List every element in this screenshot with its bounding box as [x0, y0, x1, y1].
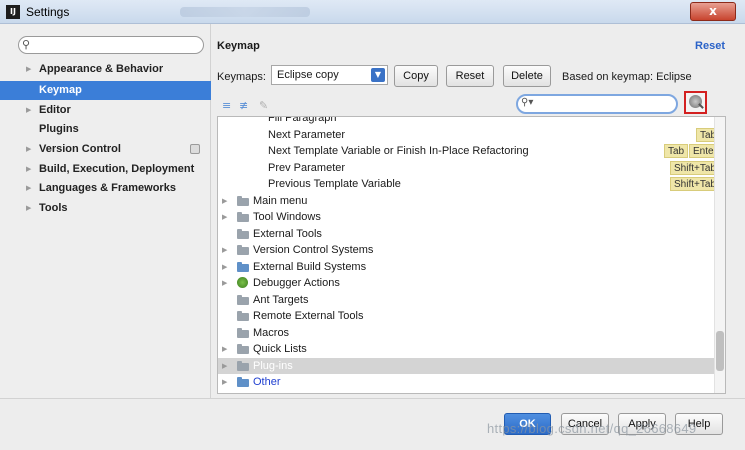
- reset-link[interactable]: Reset: [695, 40, 725, 52]
- tree-action-row[interactable]: Fill Paragraph: [218, 117, 725, 127]
- tree-group-row[interactable]: ▶ Quick Lists: [218, 341, 725, 358]
- tree-group-row[interactable]: Ant Targets: [218, 292, 725, 309]
- expand-arrow-icon: ▶: [222, 213, 228, 221]
- chevron-down-icon: ▼: [371, 68, 385, 82]
- tree-action-row[interactable]: Next Template Variable or Finish In-Plac…: [218, 143, 725, 160]
- shortcut-badge: Tab: [664, 144, 689, 158]
- page-title: Keymap: [217, 40, 260, 52]
- project-level-icon: [190, 144, 200, 154]
- tree-group-row[interactable]: External Tools: [218, 226, 725, 243]
- tree-group-row[interactable]: ▶ External Build Systems: [218, 259, 725, 276]
- keymap-search-input[interactable]: ⚲▾: [516, 94, 678, 114]
- title-bar: IJ Settings x: [0, 0, 745, 24]
- bug-icon: [237, 277, 248, 288]
- keymap-action-tree[interactable]: Fill Paragraph Next Parameter Tab Next T…: [217, 116, 726, 394]
- build-systems-icon: [237, 261, 249, 272]
- folder-icon: [237, 311, 249, 321]
- tree-group-row[interactable]: ▶ Other: [218, 374, 725, 391]
- scrollbar-thumb[interactable]: [716, 331, 724, 371]
- expand-arrow-icon: ▶: [222, 246, 228, 254]
- collapse-all-icon[interactable]: ≢: [239, 99, 248, 112]
- reset-button[interactable]: Reset: [446, 65, 494, 87]
- folder-icon: [237, 327, 249, 338]
- tree-group-row[interactable]: ▶ Plug-ins: [218, 357, 725, 374]
- folder-icon: [237, 212, 249, 222]
- expand-arrow-icon: ▶: [222, 378, 228, 386]
- intellij-app-icon: IJ: [6, 5, 20, 19]
- expand-arrow-icon: ▶: [222, 361, 228, 370]
- folder-icon: [237, 360, 249, 371]
- blurred-project-path: [180, 7, 310, 17]
- tree-group-row[interactable]: ▶ Tool Windows: [218, 209, 725, 226]
- expand-arrow-icon: ▶: [26, 106, 32, 114]
- sidebar-item-tools[interactable]: ▶ Tools: [0, 199, 211, 218]
- sidebar-item-keymap[interactable]: Keymap: [0, 81, 211, 100]
- keymap-panel: Keymap Reset Keymaps: Eclipse copy ▼ Cop…: [211, 24, 745, 398]
- close-button[interactable]: x: [690, 2, 736, 21]
- find-by-shortcut-button[interactable]: [684, 91, 707, 114]
- tree-action-row[interactable]: Previous Template Variable Shift+Tab: [218, 176, 725, 193]
- folder-icon: [237, 228, 249, 239]
- tree-action-row[interactable]: Prev Parameter Shift+Tab: [218, 160, 725, 177]
- expand-arrow-icon: ▶: [222, 345, 228, 353]
- shortcut-badge: Shift+Tab: [670, 177, 720, 191]
- shortcut-badge: Shift+Tab: [670, 160, 720, 175]
- sidebar-item-appearance[interactable]: ▶ Appearance & Behavior: [0, 60, 211, 79]
- expand-arrow-icon: ▶: [26, 204, 32, 212]
- sidebar-item-build[interactable]: ▶ Build, Execution, Deployment: [0, 160, 211, 179]
- tree-group-row[interactable]: ▶ Debugger Actions: [218, 275, 725, 292]
- sidebar-item-version-control[interactable]: ▶ Version Control: [0, 140, 211, 159]
- based-on-keymap: Based on keymap: Eclipse: [562, 71, 692, 83]
- other-folder-icon: [237, 377, 249, 387]
- expand-arrow-icon: ▶: [26, 65, 32, 73]
- pencil-icon[interactable]: ✎: [259, 99, 268, 112]
- expand-arrow-icon: ▶: [26, 184, 32, 192]
- tree-group-row[interactable]: ▶ Version Control Systems: [218, 242, 725, 259]
- sidebar-item-plugins[interactable]: Plugins: [0, 120, 211, 139]
- keymap-select[interactable]: Eclipse copy ▼: [271, 65, 388, 85]
- expand-arrow-icon: ▶: [26, 145, 32, 153]
- sidebar-item-editor[interactable]: ▶ Editor: [0, 101, 211, 120]
- expand-arrow-icon: ▶: [26, 165, 32, 173]
- watermark: https://blog.csdn.net/qq_26668649: [487, 421, 697, 436]
- delete-button[interactable]: Delete: [503, 65, 551, 87]
- find-shortcut-icon: [689, 95, 702, 108]
- expand-all-icon[interactable]: ≡: [222, 99, 231, 112]
- folder-icon: [237, 344, 249, 354]
- expand-arrow-icon: ▶: [222, 196, 228, 205]
- folder-icon: [237, 245, 249, 255]
- folder-icon: [237, 294, 249, 305]
- tree-group-row[interactable]: ▶ Main menu: [218, 193, 725, 210]
- keymaps-label: Keymaps:: [217, 71, 266, 83]
- expand-arrow-icon: ▶: [222, 262, 228, 271]
- settings-sidebar: ⚲ ▶ Appearance & Behavior Keymap ▶ Edito…: [0, 24, 211, 398]
- settings-search-input[interactable]: ⚲: [18, 36, 204, 54]
- search-icon: ⚲▾: [521, 97, 534, 108]
- tree-action-row[interactable]: Next Parameter Tab: [218, 127, 725, 144]
- tree-group-row[interactable]: Remote External Tools: [218, 308, 725, 325]
- sidebar-item-languages[interactable]: ▶ Languages & Frameworks: [0, 179, 211, 198]
- folder-icon: [237, 195, 249, 206]
- tree-group-row[interactable]: Macros: [218, 325, 725, 342]
- window-title: Settings: [26, 5, 70, 19]
- expand-arrow-icon: ▶: [222, 279, 228, 287]
- tree-scrollbar[interactable]: [714, 117, 725, 393]
- search-icon: ⚲: [22, 38, 31, 51]
- copy-button[interactable]: Copy: [394, 65, 438, 87]
